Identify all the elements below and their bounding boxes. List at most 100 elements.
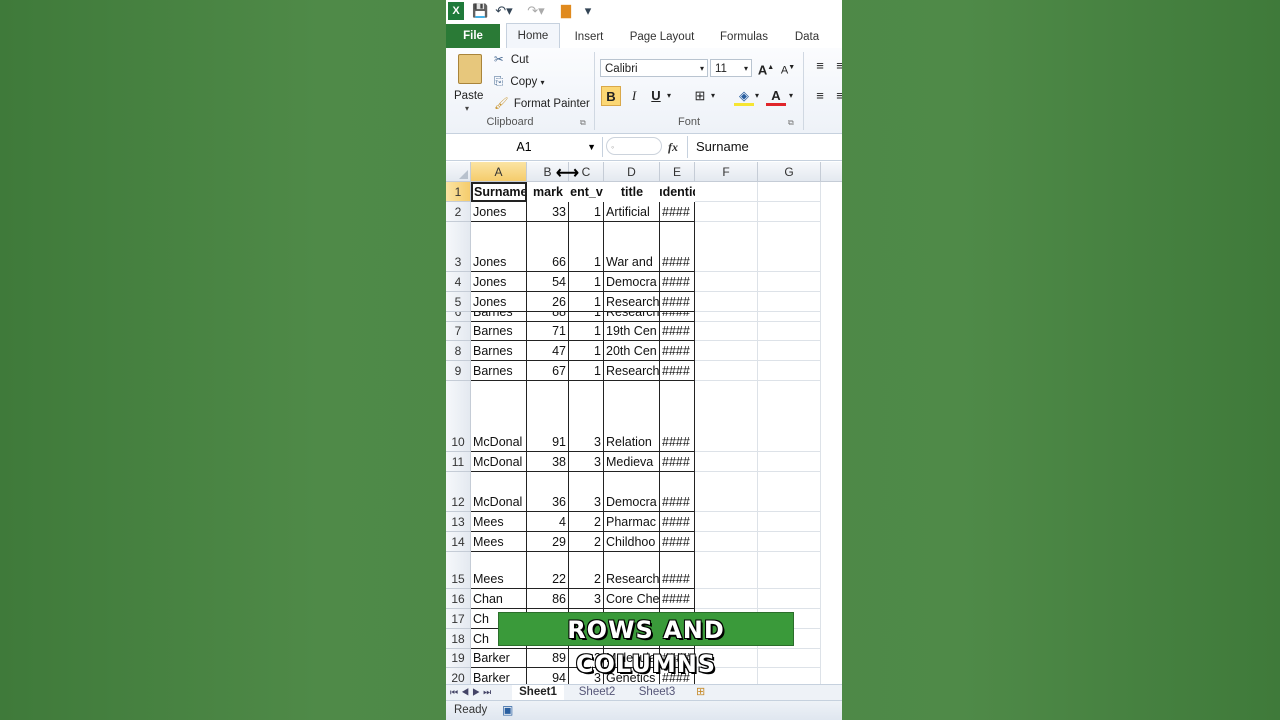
table-cell-d[interactable]: Artificial [604, 202, 660, 222]
table-cell-c[interactable]: 1 [569, 312, 604, 322]
row-header-3[interactable]: 3 [446, 222, 471, 272]
grid-cell[interactable] [758, 452, 821, 472]
table-cell-a[interactable]: McDonal [471, 381, 527, 452]
row-header-7[interactable]: 7 [446, 322, 471, 341]
font-color-icon[interactable]: A [766, 86, 786, 106]
table-cell-d[interactable]: Research [604, 312, 660, 322]
grow-font-icon[interactable]: A▲ [756, 58, 776, 78]
grid-cell[interactable] [758, 312, 821, 322]
tab-insert[interactable]: Insert [566, 26, 612, 48]
table-cell-a[interactable]: Barker [471, 649, 527, 668]
cut-button[interactable]: ✂ Cut [494, 51, 529, 69]
grid-cell[interactable] [758, 649, 821, 668]
row-header-8[interactable]: 8 [446, 341, 471, 361]
underline-button[interactable]: U [646, 86, 666, 106]
table-cell-e[interactable]: #### [660, 452, 695, 472]
table-cell-b[interactable]: 54 [527, 272, 569, 292]
table-cell-a[interactable]: Mees [471, 552, 527, 589]
table-cell-e[interactable]: #### [660, 552, 695, 589]
grid-cell[interactable] [758, 272, 821, 292]
grid-cell[interactable] [758, 322, 821, 341]
align-middle-icon[interactable]: ≡ [830, 56, 842, 76]
grid-cell[interactable] [695, 182, 758, 202]
name-box[interactable]: A1 ▼ [446, 137, 603, 157]
font-name-select[interactable]: Calibri ▾ [600, 59, 708, 77]
fill-color-icon[interactable]: ◈ [734, 86, 754, 106]
table-cell-d[interactable]: 20th Cen [604, 341, 660, 361]
table-cell-b[interactable]: 91 [527, 381, 569, 452]
grid-cell[interactable] [758, 589, 821, 609]
align-top-icon[interactable]: ≡ [810, 56, 830, 76]
row-header-18[interactable]: 18 [446, 629, 471, 649]
customize-toolbar-icon[interactable]: ▾ [582, 2, 594, 20]
grid-cell[interactable] [695, 472, 758, 512]
table-cell-c[interactable]: 3 [569, 472, 604, 512]
table-cell-a[interactable]: Jones [471, 222, 527, 272]
table-cell-a[interactable]: Barnes [471, 312, 527, 322]
table-cell-c[interactable]: 2 [569, 512, 604, 532]
tab-sheet1[interactable]: Sheet1 [512, 685, 564, 700]
table-cell-a[interactable]: Barnes [471, 322, 527, 341]
grid-cell[interactable] [695, 341, 758, 361]
row-header-6[interactable]: 6 [446, 312, 471, 322]
table-cell-c[interactable]: 1 [569, 292, 604, 312]
table-cell-c[interactable]: 1 [569, 361, 604, 381]
table-cell-b[interactable]: 71 [527, 322, 569, 341]
table-cell-c[interactable]: 1 [569, 322, 604, 341]
tab-home[interactable]: Home [506, 23, 560, 49]
italic-button[interactable]: I [624, 86, 644, 106]
grid-cell[interactable] [758, 512, 821, 532]
grid-cell[interactable] [695, 361, 758, 381]
undo-icon[interactable]: ↶▾ [494, 2, 514, 20]
table-cell-d[interactable]: Democra [604, 272, 660, 292]
table-cell-d[interactable]: Pharmac [604, 512, 660, 532]
table-cell-b[interactable]: 38 [527, 452, 569, 472]
borders-icon[interactable]: ⊞ [690, 86, 710, 106]
dialog-launcher-icon[interactable]: ⧉ [788, 118, 794, 128]
grid-cell[interactable] [695, 452, 758, 472]
tab-sheet2[interactable]: Sheet2 [570, 685, 624, 700]
table-cell-d[interactable]: 19th Cen [604, 322, 660, 341]
insert-sheet-icon[interactable]: ⊞ [696, 685, 705, 700]
grid-cell[interactable] [758, 361, 821, 381]
chevron-down-icon[interactable]: ▾ [708, 86, 718, 106]
tab-file[interactable]: File [446, 24, 500, 48]
table-cell-d[interactable]: Medieva [604, 452, 660, 472]
table-cell-a[interactable]: Mees [471, 512, 527, 532]
table-cell-e[interactable]: #### [660, 222, 695, 272]
table-cell-d[interactable]: War and [604, 222, 660, 272]
table-cell-e[interactable]: #### [660, 292, 695, 312]
table-cell-a[interactable]: McDonal [471, 452, 527, 472]
grid-cell[interactable] [695, 532, 758, 552]
grid-cell[interactable] [758, 381, 821, 452]
align-center-icon[interactable]: ≡ [830, 86, 842, 106]
table-cell-a[interactable]: Jones [471, 292, 527, 312]
copy-button[interactable]: ⎘ Copy ▾ [494, 73, 544, 91]
row-header-1[interactable]: 1 [446, 182, 471, 202]
grid-cell[interactable] [758, 341, 821, 361]
grid-cell[interactable] [758, 292, 821, 312]
row-header-2[interactable]: 2 [446, 202, 471, 222]
table-cell-b[interactable]: 29 [527, 532, 569, 552]
font-size-select[interactable]: 11 ▾ [710, 59, 752, 77]
grid-cell[interactable] [758, 532, 821, 552]
tab-data[interactable]: Data [788, 26, 826, 48]
row-header-16[interactable]: 16 [446, 589, 471, 609]
row-header-12[interactable]: 12 [446, 472, 471, 512]
header-cell-b[interactable]: mark [527, 182, 569, 202]
table-cell-a[interactable]: McDonal [471, 472, 527, 512]
row-header-5[interactable]: 5 [446, 292, 471, 312]
row-header-9[interactable]: 9 [446, 361, 471, 381]
formula-input[interactable]: Surname [687, 136, 842, 158]
table-cell-c[interactable]: 1 [569, 272, 604, 292]
table-cell-d[interactable]: Core Che [604, 589, 660, 609]
sheet-nav-icon[interactable]: ⏮◀▶⏭ [450, 685, 494, 700]
table-cell-c[interactable]: 3 [569, 589, 604, 609]
table-cell-b[interactable]: 89 [527, 649, 569, 668]
header-cell-e[interactable]: udentid [660, 182, 695, 202]
row-header-4[interactable]: 4 [446, 272, 471, 292]
paste-button[interactable]: Paste ▾ [454, 52, 486, 113]
expand-handle-icon[interactable]: ◦ [606, 137, 662, 155]
grid-cell[interactable] [758, 202, 821, 222]
tab-page-layout[interactable]: Page Layout [624, 26, 700, 48]
